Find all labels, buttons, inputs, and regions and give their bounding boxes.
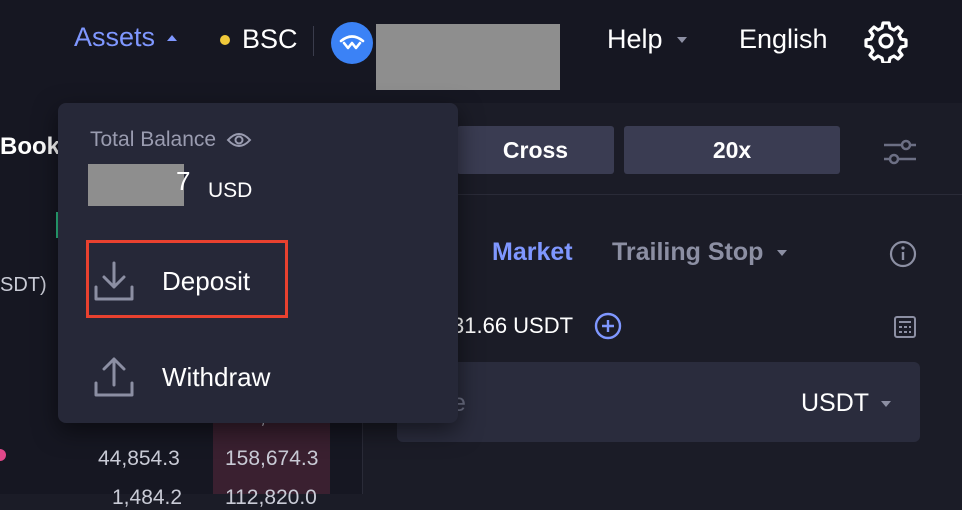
network-status-dot [220, 34, 230, 45]
assets-label: Assets [74, 22, 156, 52]
info-icon[interactable] [889, 240, 917, 268]
upload-icon [94, 357, 134, 397]
walletconnect-icon[interactable] [331, 22, 373, 64]
help-label: Help [607, 24, 663, 54]
order-row-total: 112,820.0 [225, 486, 317, 509]
redacted-wallet-address [376, 24, 560, 90]
deposit-label: Deposit [162, 265, 251, 296]
withdraw-label: Withdraw [162, 361, 271, 392]
redacted-balance [88, 164, 184, 206]
download-icon [94, 261, 134, 301]
calculator-icon[interactable] [892, 314, 918, 340]
network-selector[interactable]: BSC [220, 24, 298, 55]
eye-icon[interactable] [226, 131, 252, 149]
available-balance: 31.66 USDT [452, 313, 574, 338]
network-label: BSC [242, 24, 298, 54]
withdraw-menu-item[interactable]: Withdraw [90, 352, 350, 402]
deposit-menu-item[interactable]: Deposit [90, 256, 350, 306]
divider [313, 26, 314, 56]
language-selector[interactable]: English [739, 24, 828, 55]
chevron-down-icon [777, 249, 788, 256]
balance-currency: USD [208, 179, 253, 202]
sliders-icon[interactable] [882, 134, 918, 170]
caret-up-icon [167, 34, 178, 41]
tab-market[interactable]: Market [492, 238, 573, 267]
total-balance-label: Total Balance [90, 128, 252, 152]
tab-trailing-label: Trailing Stop [612, 238, 764, 266]
order-row-total: 158,674.3 [225, 447, 319, 470]
help-menu[interactable]: Help [607, 24, 687, 55]
total-balance-text: Total Balance [90, 128, 217, 151]
unit-selector[interactable]: USDT [801, 389, 892, 418]
order-book-title: Book [0, 133, 60, 160]
chevron-down-icon [676, 36, 687, 43]
balance-partial-digit: 7 [176, 166, 191, 196]
chevron-down-icon [881, 400, 892, 407]
margin-mode-button[interactable]: Cross [457, 126, 614, 174]
leverage-button[interactable]: 20x [624, 126, 840, 174]
gear-icon[interactable] [864, 19, 908, 65]
unit-label: USDT [801, 389, 870, 417]
assets-menu[interactable]: Assets [74, 22, 178, 53]
tab-trailing-stop[interactable]: Trailing Stop [612, 238, 788, 267]
add-funds-icon[interactable] [594, 312, 622, 340]
order-row-amount: 44,854.3 [98, 447, 180, 470]
order-row-amount: 1,484.2 [112, 486, 183, 509]
unit-label: SDT) [0, 274, 47, 296]
